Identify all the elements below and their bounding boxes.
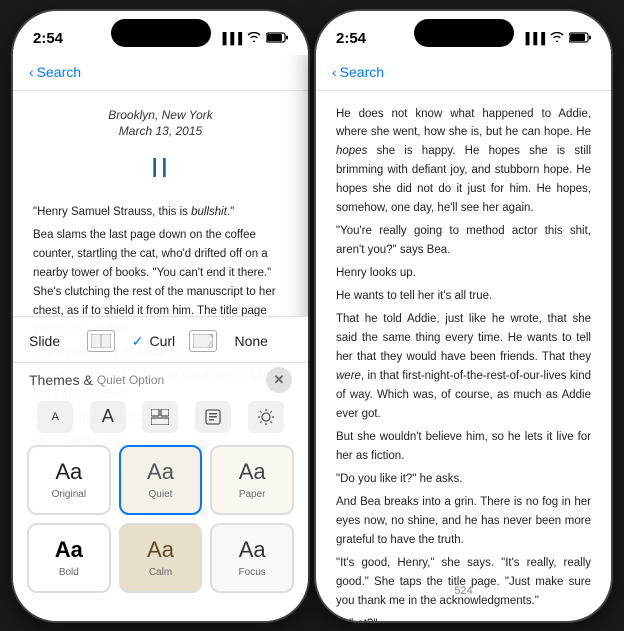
slide-label: Slide <box>29 333 60 349</box>
theme-focus-inner: Aa Focus <box>212 525 292 591</box>
chapter-number: II <box>33 146 288 191</box>
curl-check: ✓ <box>132 333 144 350</box>
wifi-icon-right <box>550 32 564 45</box>
phones-container: 2:54 ▐▐▐ <box>5 3 619 629</box>
dynamic-island <box>111 19 211 47</box>
layout-icon <box>151 409 169 425</box>
time-left: 2:54 <box>33 30 63 47</box>
theme-paper-aa: Aa <box>239 459 266 485</box>
theme-bold-name: Bold <box>59 567 79 578</box>
font-small-label: A <box>52 411 59 423</box>
transition-curl[interactable]: ✓ Curl <box>132 327 190 356</box>
theme-quiet-name: Quiet <box>149 489 173 500</box>
theme-card-calm[interactable]: Aa Calm <box>119 523 203 593</box>
theme-focus-name: Focus <box>239 567 266 578</box>
transition-none[interactable]: None <box>235 327 293 355</box>
right-phone: 2:54 ▐▐▐ <box>316 11 611 621</box>
page-style-icon <box>205 409 221 425</box>
theme-focus-aa: Aa <box>239 537 266 563</box>
transition-slide[interactable]: Slide <box>29 327 87 355</box>
dynamic-island-right <box>414 19 514 47</box>
curl-label: Curl <box>149 333 175 349</box>
theme-card-focus[interactable]: Aa Focus <box>210 523 294 593</box>
theme-calm-aa: Aa <box>147 537 174 563</box>
status-icons-right: ▐▐▐ <box>522 32 591 46</box>
theme-bold-inner: Aa Bold <box>29 525 109 591</box>
time-right: 2:54 <box>336 30 366 47</box>
chevron-left-icon: ‹ <box>29 64 34 80</box>
right-para-10: "What?" <box>336 615 591 621</box>
theme-card-bold[interactable]: Aa Bold <box>27 523 111 593</box>
theme-original-inner: Aa Original <box>29 447 109 513</box>
left-phone: 2:54 ▐▐▐ <box>13 11 308 621</box>
theme-bold-aa: Aa <box>55 537 83 563</box>
theme-calm-name: Calm <box>149 567 172 578</box>
theme-original-name: Original <box>52 489 86 500</box>
curl-icon <box>189 330 217 352</box>
nav-bar-left: ‹ Search <box>13 55 308 91</box>
page-number: 524 <box>316 582 611 600</box>
layout-button[interactable] <box>142 401 178 433</box>
brightness-icon <box>257 408 275 426</box>
signal-icon-right: ▐▐▐ <box>522 33 545 45</box>
font-decrease-button[interactable]: A <box>37 401 73 433</box>
quiet-option-label: Quiet Option <box>97 373 164 387</box>
back-button-right[interactable]: ‹ Search <box>332 64 384 80</box>
back-label-right: Search <box>340 64 384 80</box>
book-content-right: He does not know what happened to Addie,… <box>316 91 611 621</box>
right-para-7: "Do you like it?" he asks. <box>336 470 591 489</box>
theme-calm-inner: Aa Calm <box>121 525 201 591</box>
battery-icon <box>266 32 288 46</box>
close-button[interactable]: ✕ <box>266 367 292 393</box>
theme-original-aa: Aa <box>55 459 82 485</box>
theme-card-paper[interactable]: Aa Paper <box>210 445 294 515</box>
theme-grid: Aa Original Aa Quiet Aa <box>13 441 308 601</box>
theme-paper-name: Paper <box>239 489 266 500</box>
status-icons-left: ▐▐▐ <box>219 32 288 46</box>
options-row: A A <box>13 399 308 441</box>
back-label-left: Search <box>37 64 81 80</box>
theme-quiet-aa: Aa <box>147 459 174 485</box>
font-large-label: A <box>102 406 114 427</box>
book-header: Brooklyn, New YorkMarch 13, 2015 II <box>33 107 288 191</box>
transition-row: Slide ✓ Curl <box>13 317 308 362</box>
right-para-1: He does not know what happened to Addie,… <box>336 105 591 219</box>
book-para-1: "Henry Samuel Strauss, this is bullshit.… <box>33 203 288 222</box>
brightness-button[interactable] <box>248 401 284 433</box>
right-para-2: "You're really going to method actor thi… <box>336 222 591 260</box>
theme-card-quiet[interactable]: Aa Quiet <box>119 445 203 515</box>
close-icon: ✕ <box>274 372 285 388</box>
page-style-button[interactable] <box>195 401 231 433</box>
theme-paper-inner: Aa Paper <box>212 447 292 513</box>
themes-header-row: Themes & Quiet Option ✕ <box>13 363 308 399</box>
theme-quiet-inner: Aa Quiet <box>121 447 201 513</box>
wifi-icon <box>247 32 261 45</box>
right-para-8: And Bea breaks into a grin. There is no … <box>336 493 591 550</box>
slide-icon <box>87 330 115 352</box>
font-increase-button[interactable]: A <box>90 401 126 433</box>
battery-icon-right <box>569 32 591 46</box>
themes-label: Themes & <box>29 372 93 388</box>
chevron-left-icon-right: ‹ <box>332 64 337 80</box>
overlay-panel: Slide ✓ Curl <box>13 316 308 621</box>
theme-card-original[interactable]: Aa Original <box>27 445 111 515</box>
nav-bar-right: ‹ Search <box>316 55 611 91</box>
right-para-4: He wants to tell her it's all true. <box>336 287 591 306</box>
book-location: Brooklyn, New YorkMarch 13, 2015 <box>33 107 288 141</box>
right-para-6: But she wouldn't believe him, so he lets… <box>336 428 591 466</box>
signal-icon: ▐▐▐ <box>219 33 242 45</box>
right-para-3: Henry looks up. <box>336 264 591 283</box>
right-para-5: That he told Addie, just like he wrote, … <box>336 310 591 424</box>
none-label: None <box>235 333 268 349</box>
back-button-left[interactable]: ‹ Search <box>29 64 81 80</box>
